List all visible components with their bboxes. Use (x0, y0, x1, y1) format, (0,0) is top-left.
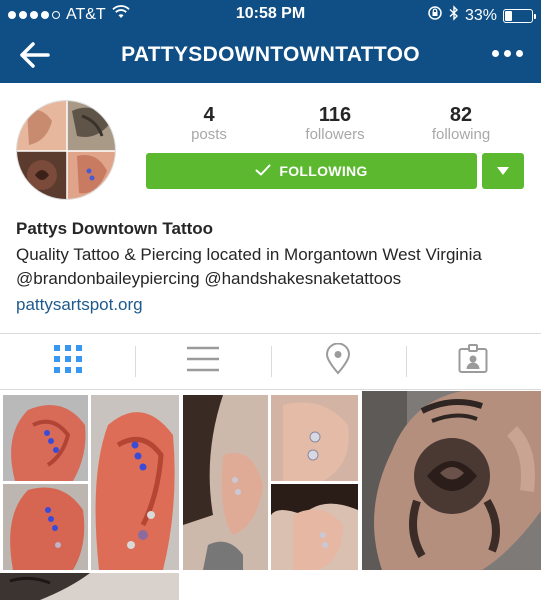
followers-stat[interactable]: 116 followers (272, 104, 398, 144)
tab-grid-view[interactable] (0, 334, 135, 389)
following-button[interactable]: FOLLOWING (146, 153, 477, 189)
tab-tagged[interactable] (405, 334, 541, 389)
battery-icon (503, 8, 536, 23)
photo-grid (0, 391, 541, 600)
following-button-label: FOLLOWING (279, 163, 368, 179)
checkmark-icon (255, 163, 271, 179)
following-label: following (431, 126, 491, 143)
suggestions-dropdown-button[interactable] (482, 153, 524, 189)
posts-stat[interactable]: 4 posts (146, 104, 272, 144)
grid-icon (53, 344, 83, 379)
bio-section: Pattys Downtown Tattoo Quality Tattoo & … (16, 218, 531, 316)
page-title: PATTYSDOWNTOWNTATTOO (121, 43, 420, 66)
posts-label: posts (191, 126, 227, 143)
avatar[interactable] (16, 100, 116, 200)
rotation-lock-icon (427, 5, 443, 26)
profile-stats: 4 posts 116 followers 82 following (146, 104, 524, 144)
following-stat[interactable]: 82 following (398, 104, 524, 144)
followers-label: followers (305, 126, 365, 143)
battery-percent: 33% (464, 6, 497, 24)
status-bar: AT&T 10:58 PM 33% (0, 0, 541, 28)
nav-bar: PATTYSDOWNTOWNTATTOO (0, 28, 541, 83)
bio-text: Quality Tattoo & Piercing located in Mor… (16, 245, 482, 288)
profile-tabs (0, 333, 541, 390)
more-dots-icon[interactable] (492, 50, 523, 57)
followers-count: 116 (318, 104, 352, 126)
location-pin-icon (325, 342, 351, 380)
tagged-person-icon (458, 344, 488, 379)
status-right: 33% (427, 5, 536, 26)
post-thumbnail[interactable] (3, 395, 179, 570)
tab-list-view[interactable] (135, 334, 270, 389)
posts-count: 4 (203, 104, 215, 126)
website-link[interactable]: pattysartspot.org (16, 294, 531, 316)
post-thumbnail[interactable] (362, 391, 541, 570)
post-thumbnail[interactable] (183, 395, 358, 570)
bluetooth-icon (449, 5, 459, 26)
tab-places[interactable] (270, 334, 406, 389)
post-thumbnail[interactable] (0, 573, 179, 600)
list-icon (186, 346, 219, 377)
caret-down-icon (497, 162, 509, 180)
following-count: 82 (449, 104, 473, 126)
profile-name: Pattys Downtown Tattoo (16, 219, 214, 238)
